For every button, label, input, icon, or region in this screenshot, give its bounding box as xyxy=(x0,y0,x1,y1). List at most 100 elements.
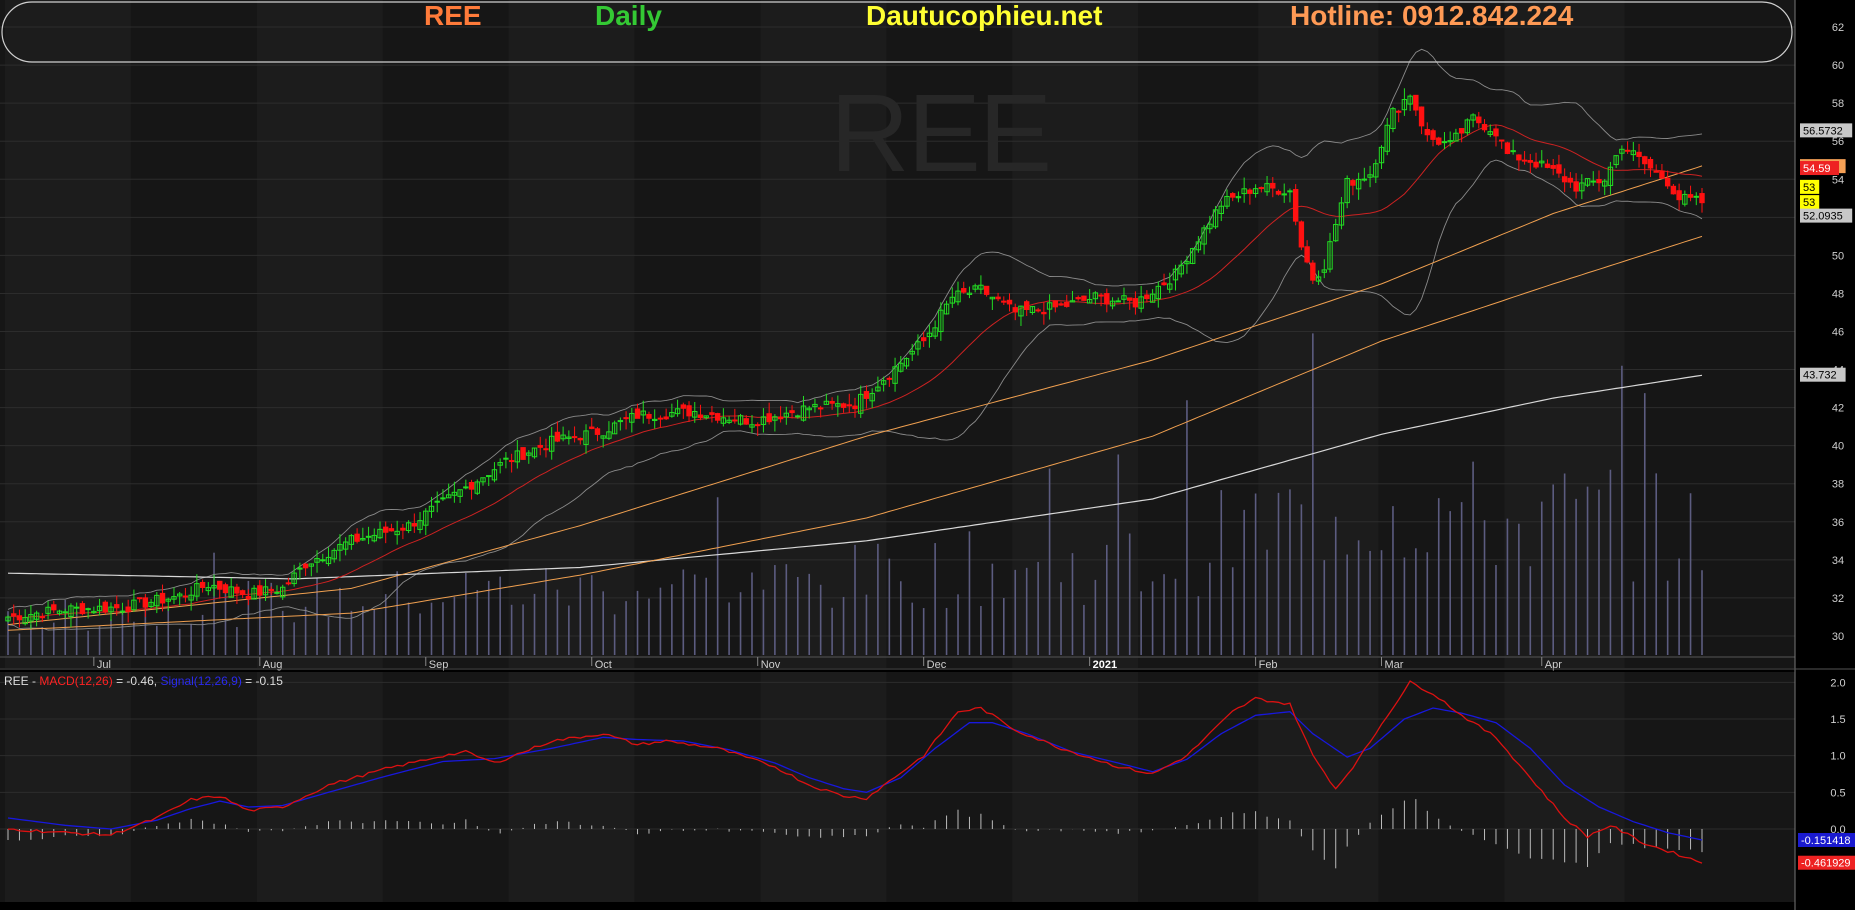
candle-body xyxy=(1161,282,1167,286)
macd-tick-label: 0.5 xyxy=(1830,787,1845,799)
candle-body xyxy=(159,592,166,604)
candle-body xyxy=(846,404,852,407)
candle-body xyxy=(440,497,446,500)
candle-body xyxy=(1035,309,1041,312)
candle-body xyxy=(1395,110,1402,113)
candle-body xyxy=(222,584,229,594)
candle-body xyxy=(1544,163,1551,168)
candle-body xyxy=(388,528,395,532)
price-value-label: 52.0935 xyxy=(1803,211,1843,223)
candle-body xyxy=(1350,180,1356,186)
candle-body xyxy=(1693,195,1699,198)
macd-value-label: -0.461929 xyxy=(1801,858,1851,870)
header-site: Dautucophieu.net xyxy=(866,0,1103,31)
candle-body xyxy=(1636,151,1642,158)
candle-body xyxy=(365,535,372,538)
macd-legend-signal-value: = -0.15 xyxy=(245,674,283,688)
candle-body xyxy=(1527,160,1534,163)
candle-body xyxy=(1493,128,1499,137)
candle-body xyxy=(1304,246,1310,263)
price-value-label: 54.59 xyxy=(1803,163,1831,175)
candle-body xyxy=(617,420,624,423)
price-tick-label: 36 xyxy=(1832,517,1844,529)
candle-body xyxy=(686,405,692,417)
candle-body xyxy=(1132,298,1139,308)
month-band xyxy=(5,0,131,668)
candle-body xyxy=(1556,164,1562,174)
candle-body xyxy=(852,405,858,410)
candle-body xyxy=(1310,262,1316,281)
candle-body xyxy=(1458,128,1465,134)
header-period: Daily xyxy=(595,0,662,31)
candle-body xyxy=(1006,299,1013,305)
macd-legend: REE - MACD(12,26) = -0.46, Signal(12,26,… xyxy=(4,674,283,688)
candle-body xyxy=(182,595,189,598)
candle-body xyxy=(39,616,46,619)
price-tick-label: 60 xyxy=(1832,60,1844,72)
price-value-label: 53 xyxy=(1803,197,1815,209)
macd-legend-signal-label: Signal(12,26,9) xyxy=(160,674,242,688)
candle-body xyxy=(1647,158,1654,169)
candle-body xyxy=(1292,188,1299,222)
candle-body xyxy=(1498,139,1505,142)
candle-body xyxy=(1127,297,1133,301)
candle-body xyxy=(1504,142,1511,155)
candle-body xyxy=(239,590,246,595)
candle-body xyxy=(1567,177,1574,183)
month-band xyxy=(5,672,131,902)
candle-body xyxy=(411,523,418,527)
candle-body xyxy=(142,597,149,608)
candle-body xyxy=(755,424,761,427)
candle-body xyxy=(486,475,492,478)
candle-body xyxy=(795,415,801,418)
macd-legend-symbol: REE - xyxy=(4,674,37,688)
candle-body xyxy=(1275,190,1282,195)
month-band xyxy=(256,0,383,668)
candle-body xyxy=(1476,116,1482,124)
candle-body xyxy=(1561,176,1568,183)
candle-body xyxy=(1104,293,1110,305)
candle-body xyxy=(1001,300,1007,303)
candle-body xyxy=(714,413,721,421)
candle-body xyxy=(274,591,280,594)
candle-body xyxy=(961,288,967,293)
candle-body xyxy=(1064,301,1070,307)
month-band xyxy=(1258,672,1379,902)
candle-body xyxy=(434,500,440,503)
candle-body xyxy=(463,486,469,489)
candle-body xyxy=(16,615,23,621)
candle-body xyxy=(995,296,1001,300)
candle-body xyxy=(680,404,687,409)
candle-body xyxy=(1687,194,1694,198)
candle-body xyxy=(257,585,263,596)
candle-body xyxy=(508,460,515,463)
candle-body xyxy=(1361,178,1368,181)
candle-body xyxy=(840,403,847,408)
candle-body xyxy=(11,613,17,616)
candle-body xyxy=(400,527,406,531)
candle-body xyxy=(199,581,206,588)
candle-body xyxy=(79,603,86,615)
candle-body xyxy=(1287,190,1293,193)
candle-body xyxy=(1516,154,1522,161)
price-tick-label: 56 xyxy=(1832,136,1844,148)
candle-body xyxy=(1058,303,1064,306)
month-band xyxy=(1504,672,1625,902)
macd-tick-label: 1.0 xyxy=(1830,751,1845,763)
candle-body xyxy=(817,407,824,410)
candle-body xyxy=(1052,300,1059,308)
candle-body xyxy=(302,563,309,569)
candle-body xyxy=(886,377,893,380)
price-tick-label: 34 xyxy=(1832,555,1844,567)
candle-body xyxy=(646,413,652,419)
candle-body xyxy=(1436,137,1442,145)
candle-body xyxy=(732,419,738,422)
month-band xyxy=(1258,0,1379,668)
candle-body xyxy=(51,604,57,611)
candle-body xyxy=(663,416,669,420)
month-band xyxy=(508,672,635,902)
candle-body xyxy=(1521,159,1528,162)
candle-body xyxy=(789,410,795,414)
candle-body xyxy=(1659,170,1665,179)
candle-body xyxy=(73,606,80,609)
